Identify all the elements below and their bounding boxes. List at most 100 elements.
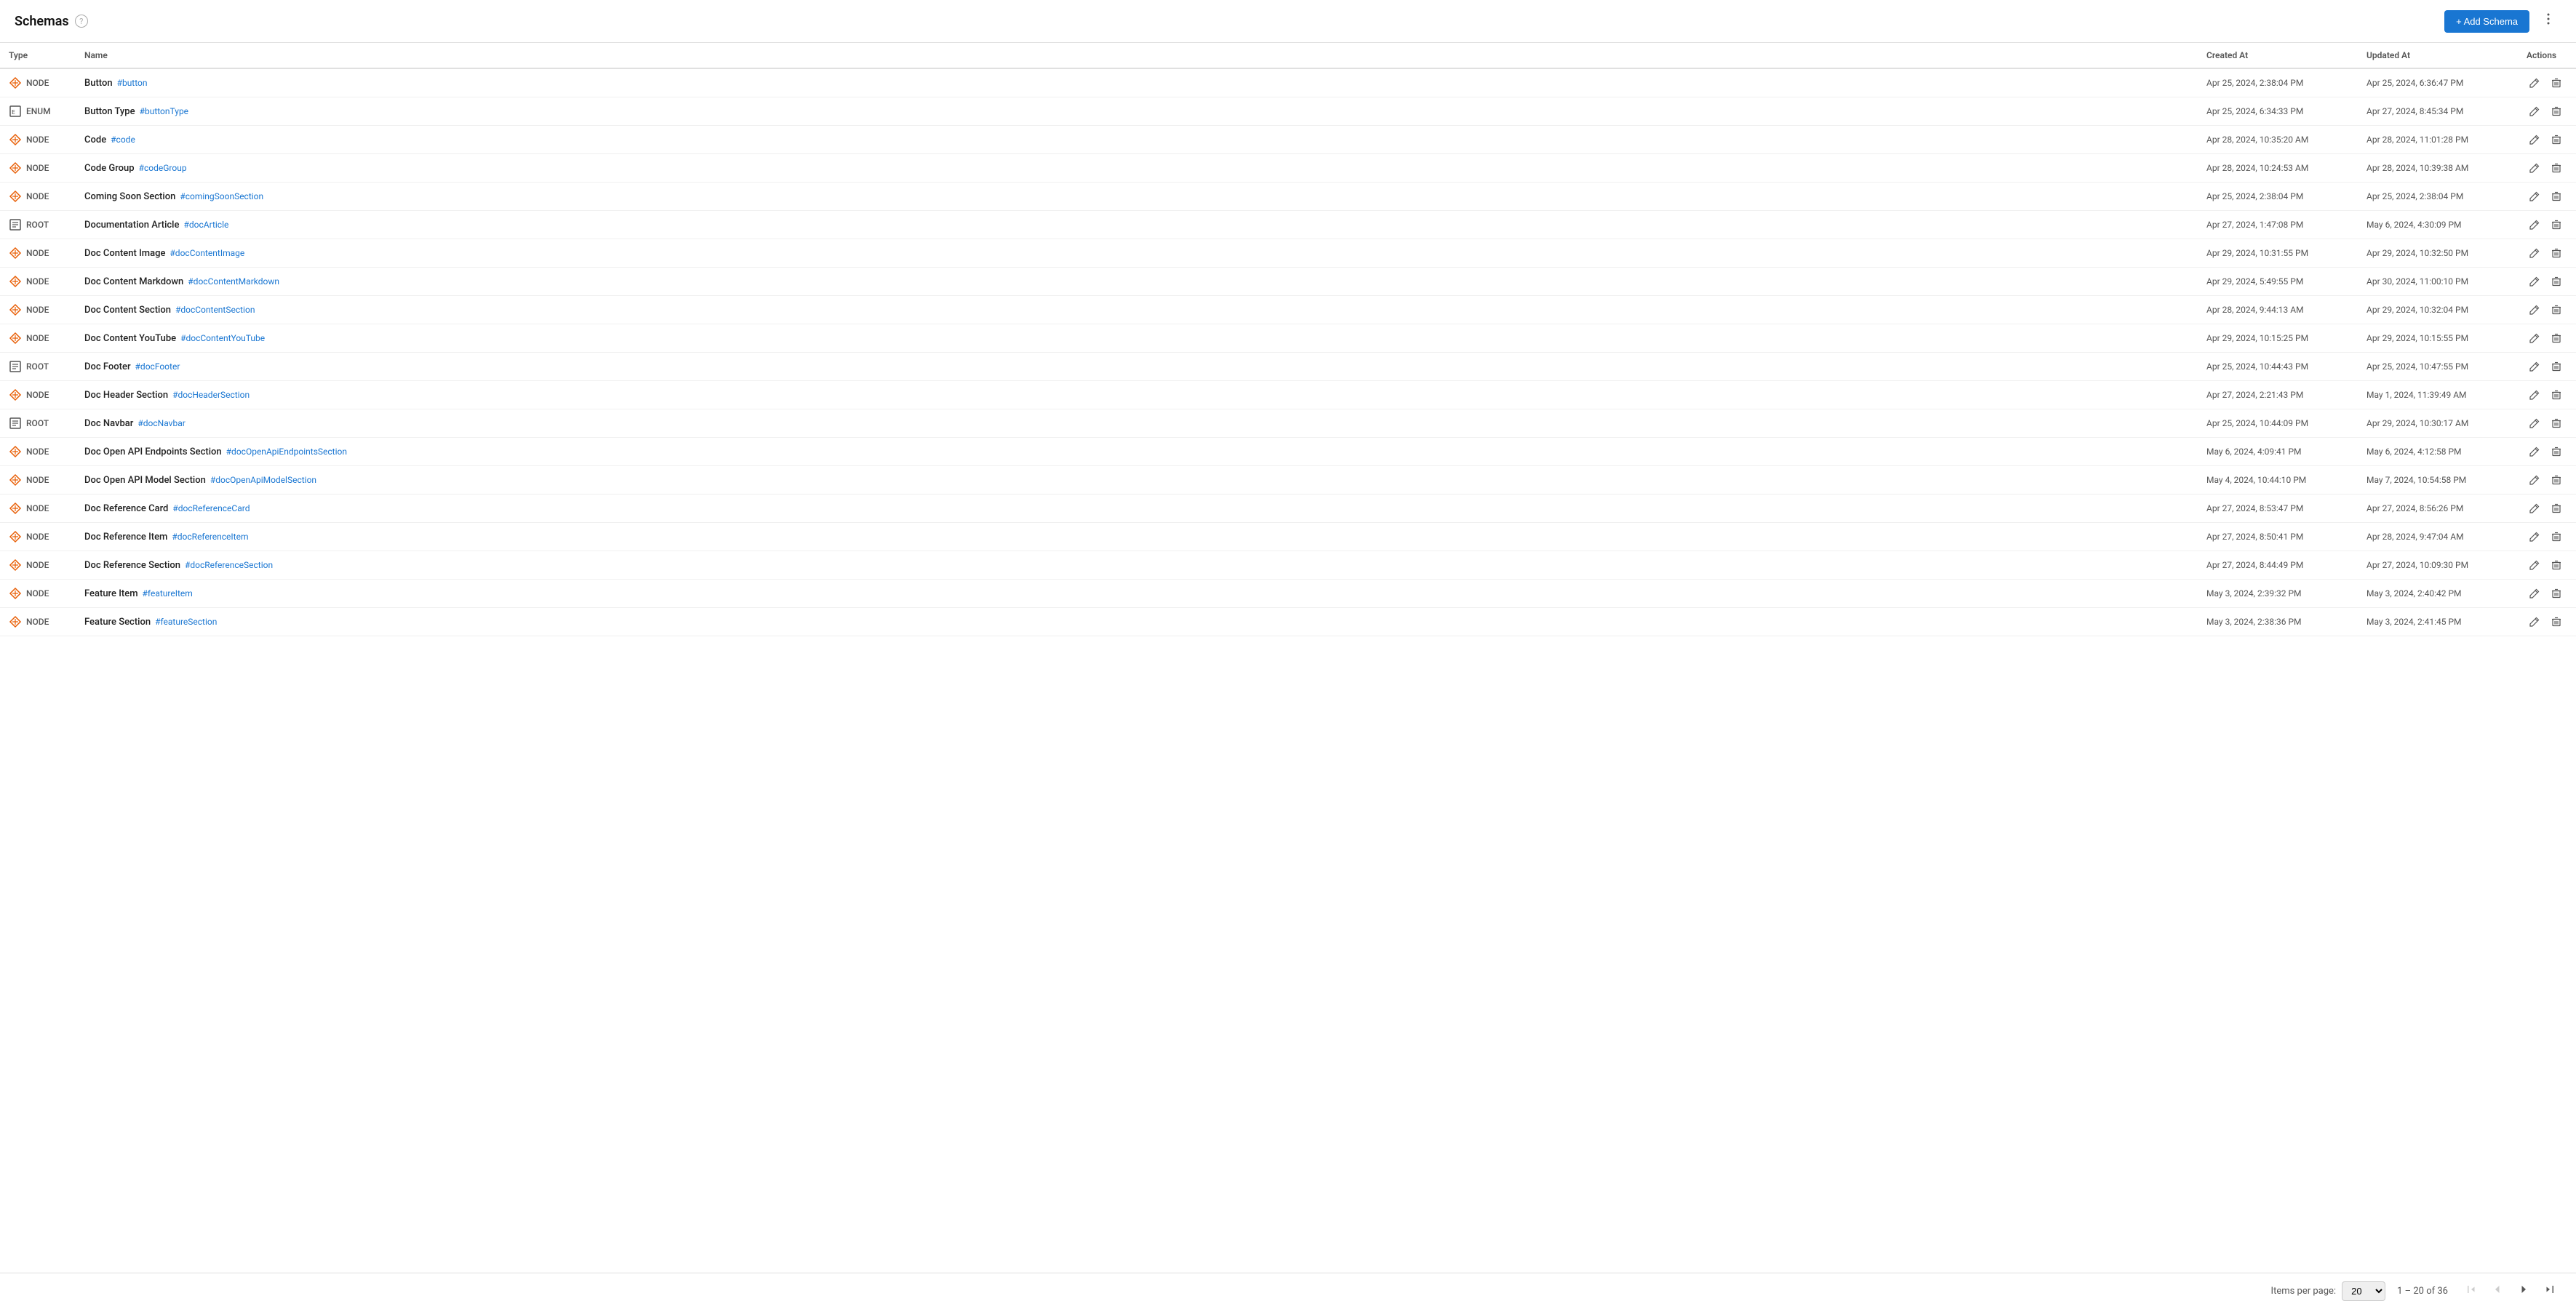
delete-button[interactable] (2548, 415, 2564, 431)
trash-icon (2551, 276, 2561, 287)
delete-button[interactable] (2548, 75, 2564, 91)
edit-button[interactable] (2527, 217, 2543, 233)
delete-button[interactable] (2548, 387, 2564, 403)
table-row: E ENUM Button Type #buttonType Apr 25, 2… (0, 97, 2576, 126)
pencil-icon (2529, 276, 2540, 287)
delete-button[interactable] (2548, 273, 2564, 289)
pencil-icon (2529, 418, 2540, 428)
delete-button[interactable] (2548, 245, 2564, 261)
pencil-icon (2529, 361, 2540, 372)
edit-button[interactable] (2527, 103, 2543, 119)
type-cell: NODE (0, 381, 76, 409)
edit-button[interactable] (2527, 387, 2543, 403)
prev-page-button[interactable] (2486, 1281, 2509, 1302)
help-icon[interactable]: ? (75, 15, 88, 28)
type-icon-root (9, 417, 22, 430)
schema-tag: #docOpenApiModelSection (210, 475, 316, 485)
edit-button[interactable] (2527, 444, 2543, 460)
actions-cell (2518, 239, 2576, 268)
delete-button[interactable] (2548, 472, 2564, 488)
first-page-button[interactable] (2460, 1281, 2483, 1302)
edit-button[interactable] (2527, 500, 2543, 516)
edit-button[interactable] (2527, 273, 2543, 289)
edit-button[interactable] (2527, 557, 2543, 573)
add-schema-button[interactable]: + Add Schema (2444, 10, 2529, 33)
name-cell: Doc Reference Item #docReferenceItem (76, 523, 2198, 551)
edit-button[interactable] (2527, 245, 2543, 261)
delete-button[interactable] (2548, 585, 2564, 601)
schema-tag: #comingSoonSection (180, 191, 263, 201)
delete-button[interactable] (2548, 103, 2564, 119)
type-cell: NODE (0, 296, 76, 324)
more-options-button[interactable] (2535, 9, 2561, 33)
delete-button[interactable] (2548, 500, 2564, 516)
edit-button[interactable] (2527, 160, 2543, 176)
delete-button[interactable] (2548, 217, 2564, 233)
edit-button[interactable] (2527, 529, 2543, 545)
delete-button[interactable] (2548, 160, 2564, 176)
name-cell: Code Group #codeGroup (76, 154, 2198, 183)
type-icon-node (9, 332, 22, 345)
table-row: ROOT Documentation Article #docArticle A… (0, 211, 2576, 239)
table-row: NODE Doc Content Section #docContentSect… (0, 296, 2576, 324)
edit-button[interactable] (2527, 75, 2543, 91)
col-type: Type (0, 43, 76, 68)
pencil-icon (2529, 588, 2540, 599)
edit-button[interactable] (2527, 472, 2543, 488)
trash-icon (2551, 78, 2561, 88)
next-page-button[interactable] (2512, 1281, 2535, 1302)
type-icon-node (9, 530, 22, 543)
delete-button[interactable] (2548, 614, 2564, 630)
per-page-select[interactable]: 20 50 100 (2342, 1281, 2385, 1301)
edit-button[interactable] (2527, 415, 2543, 431)
name-cell: Doc Open API Model Section #docOpenApiMo… (76, 466, 2198, 495)
actions-cell (2518, 523, 2576, 551)
root-icon (9, 417, 22, 430)
edit-button[interactable] (2527, 188, 2543, 204)
node-icon (9, 615, 22, 628)
type-cell: NODE (0, 495, 76, 523)
delete-button[interactable] (2548, 529, 2564, 545)
created-at-cell: May 3, 2024, 2:39:32 PM (2198, 580, 2358, 608)
node-icon (9, 445, 22, 458)
created-at-cell: Apr 29, 2024, 5:49:55 PM (2198, 268, 2358, 296)
updated-at-cell: Apr 27, 2024, 10:09:30 PM (2358, 551, 2518, 580)
node-icon (9, 247, 22, 260)
trash-icon (2551, 361, 2561, 372)
type-label: NODE (26, 248, 49, 258)
type-cell: NODE (0, 324, 76, 353)
actions-cell (2518, 97, 2576, 126)
delete-button[interactable] (2548, 444, 2564, 460)
next-page-icon (2518, 1284, 2529, 1295)
type-icon-node (9, 388, 22, 401)
delete-button[interactable] (2548, 188, 2564, 204)
header-right: + Add Schema (2444, 9, 2561, 33)
delete-button[interactable] (2548, 132, 2564, 148)
type-icon-node (9, 190, 22, 203)
trash-icon (2551, 418, 2561, 428)
edit-button[interactable] (2527, 132, 2543, 148)
table-row: ROOT Doc Navbar #docNavbar Apr 25, 2024,… (0, 409, 2576, 438)
name-cell: Doc Content Markdown #docContentMarkdown (76, 268, 2198, 296)
name-cell: Button Type #buttonType (76, 97, 2198, 126)
node-icon (9, 473, 22, 487)
name-cell: Code #code (76, 126, 2198, 154)
created-at-cell: Apr 25, 2024, 10:44:43 PM (2198, 353, 2358, 381)
type-label: NODE (26, 447, 49, 457)
col-updated-at: Updated At (2358, 43, 2518, 68)
created-at-cell: Apr 27, 2024, 8:44:49 PM (2198, 551, 2358, 580)
delete-button[interactable] (2548, 359, 2564, 375)
node-icon (9, 275, 22, 288)
last-page-button[interactable] (2538, 1281, 2561, 1302)
delete-button[interactable] (2548, 557, 2564, 573)
edit-button[interactable] (2527, 330, 2543, 346)
type-label: NODE (26, 276, 49, 287)
edit-button[interactable] (2527, 359, 2543, 375)
edit-button[interactable] (2527, 302, 2543, 318)
table-row: NODE Button #button Apr 25, 2024, 2:38:0… (0, 68, 2576, 97)
updated-at-cell: Apr 29, 2024, 10:15:55 PM (2358, 324, 2518, 353)
edit-button[interactable] (2527, 585, 2543, 601)
delete-button[interactable] (2548, 302, 2564, 318)
edit-button[interactable] (2527, 614, 2543, 630)
delete-button[interactable] (2548, 330, 2564, 346)
